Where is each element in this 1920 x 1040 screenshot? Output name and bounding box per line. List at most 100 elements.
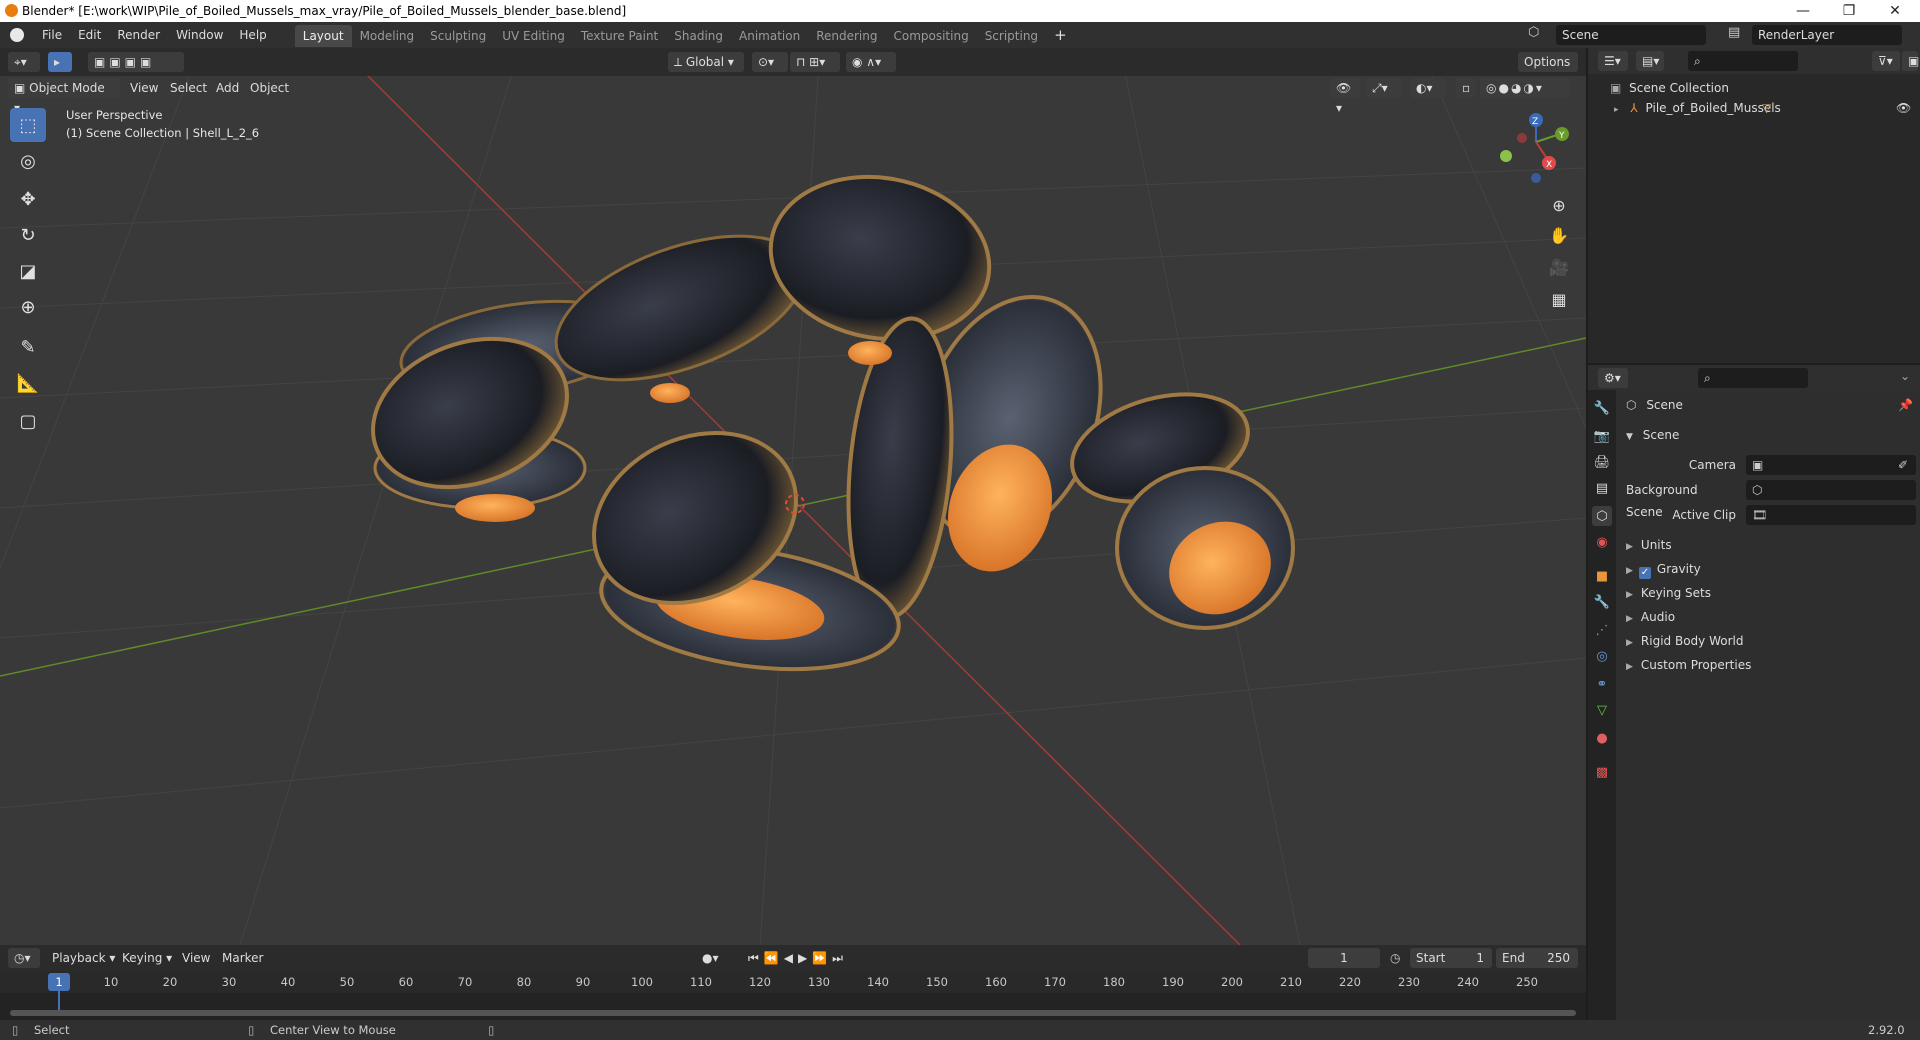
properties-search-input[interactable]: ⌕ bbox=[1698, 368, 1808, 388]
tab-compositing[interactable]: Compositing bbox=[885, 25, 976, 47]
menu-render[interactable]: Render bbox=[109, 22, 168, 48]
xray-icon[interactable]: ▫ bbox=[1456, 78, 1476, 98]
outliner-root-row[interactable]: ▣ Scene Collection bbox=[1610, 78, 1729, 98]
move-icon[interactable]: ✥ bbox=[10, 182, 46, 216]
editor-type-icon[interactable]: ⌖▾ bbox=[8, 52, 40, 72]
section-custom-properties[interactable]: ▶ Custom Properties bbox=[1626, 654, 1916, 676]
material-tab-icon[interactable]: ● bbox=[1592, 728, 1612, 748]
render-layer-icon[interactable]: ▤ bbox=[1728, 25, 1748, 45]
menu-object[interactable]: Object bbox=[250, 78, 289, 98]
select-box-icon[interactable]: ⬚ bbox=[10, 108, 46, 142]
scene-selector[interactable]: Scene bbox=[1556, 25, 1706, 45]
scale-icon[interactable]: ◪ bbox=[10, 254, 46, 288]
filter-icon[interactable]: ⊽▾ bbox=[1872, 51, 1900, 71]
mussel-pile-model[interactable] bbox=[352, 160, 1295, 686]
snap-icon[interactable]: ⊓ ⊞▾ bbox=[790, 52, 840, 72]
texture-tab-icon[interactable]: ▩ bbox=[1592, 762, 1612, 782]
close-button[interactable]: ✕ bbox=[1872, 0, 1918, 22]
menu-help[interactable]: Help bbox=[231, 22, 274, 48]
menu-window[interactable]: Window bbox=[168, 22, 231, 48]
add-cube-icon[interactable]: ▢ bbox=[10, 404, 46, 438]
menu-file[interactable]: File bbox=[34, 22, 70, 48]
maximize-button[interactable]: ❐ bbox=[1826, 0, 1872, 22]
menu-edit[interactable]: Edit bbox=[70, 22, 109, 48]
tab-rendering[interactable]: Rendering bbox=[808, 25, 885, 47]
tab-uv-editing[interactable]: UV Editing bbox=[494, 25, 573, 47]
view-layer-tab-icon[interactable]: ▤ bbox=[1592, 478, 1612, 498]
ortho-grid-icon[interactable]: ▦ bbox=[1544, 284, 1574, 314]
physics-tab-icon[interactable]: ◎ bbox=[1592, 646, 1612, 666]
current-frame-field[interactable]: 1 bbox=[1308, 948, 1380, 968]
options-dropdown[interactable]: Options ▾ bbox=[1518, 52, 1578, 89]
display-mode-icon[interactable]: ▤▾ bbox=[1636, 51, 1664, 71]
proportional-edit-icon[interactable]: ◉ ∧▾ bbox=[846, 52, 896, 72]
start-frame-field[interactable]: Start 1 bbox=[1410, 948, 1492, 968]
pivot-icon[interactable]: ⊙▾ bbox=[752, 52, 788, 72]
camera-view-icon[interactable]: 🎥 bbox=[1544, 252, 1574, 282]
outliner-item-mussels[interactable]: ▸ ⅄ Pile_of_Boiled_Mussels ▽ 👁 bbox=[1614, 98, 1914, 118]
collapse-icon[interactable]: ⌄ bbox=[1900, 369, 1910, 383]
properties-editor-icon[interactable]: ⚙▾ bbox=[1598, 368, 1628, 388]
pin-icon[interactable]: 📌 bbox=[1898, 394, 1913, 416]
tab-sculpting[interactable]: Sculpting bbox=[422, 25, 494, 47]
menu-timeline-view[interactable]: View bbox=[182, 948, 210, 968]
timeline-editor-icon[interactable]: ◷▾ bbox=[8, 948, 40, 968]
render-tab-icon[interactable]: 📷 bbox=[1592, 426, 1612, 446]
measure-icon[interactable]: 📐 bbox=[10, 366, 46, 400]
data-tab-icon[interactable]: ▽ bbox=[1592, 700, 1612, 720]
clock-icon[interactable]: ◷ bbox=[1390, 948, 1400, 968]
minimize-button[interactable]: — bbox=[1780, 0, 1826, 22]
section-units[interactable]: ▶ Units bbox=[1626, 534, 1916, 556]
orientation-dropdown[interactable]: ⟂ Global ▾ bbox=[668, 52, 744, 72]
outliner-search-input[interactable]: ⌕ bbox=[1688, 51, 1798, 71]
section-rigid-body-world[interactable]: ▶ Rigid Body World bbox=[1626, 630, 1916, 652]
record-button[interactable]: ●▾ bbox=[702, 948, 719, 968]
menu-add[interactable]: Add bbox=[216, 78, 239, 98]
end-frame-field[interactable]: End 250 bbox=[1496, 948, 1578, 968]
rotate-icon[interactable]: ↻ bbox=[10, 218, 46, 252]
tool-tab-icon[interactable]: 🔧 bbox=[1592, 398, 1612, 418]
zoom-icon[interactable]: ⊕ bbox=[1544, 190, 1574, 220]
particles-tab-icon[interactable]: ⋰ bbox=[1592, 620, 1612, 640]
expand-arrow-icon[interactable]: ▸ bbox=[1614, 105, 1619, 115]
transform-icon[interactable]: ⊕ bbox=[10, 290, 46, 324]
output-tab-icon[interactable]: 🖨 bbox=[1592, 452, 1612, 472]
camera-field[interactable] bbox=[1746, 455, 1916, 475]
eye-visibility-icon[interactable]: 👁 bbox=[1896, 98, 1911, 118]
scene-tab-icon[interactable]: ⬡ bbox=[1592, 506, 1612, 526]
section-gravity[interactable]: ▶ ✓ Gravity bbox=[1626, 558, 1916, 580]
gravity-checkbox[interactable]: ✓ bbox=[1638, 567, 1651, 579]
tab-animation[interactable]: Animation bbox=[731, 25, 808, 47]
menu-marker[interactable]: Marker bbox=[222, 948, 263, 968]
object-tab-icon[interactable]: ■ bbox=[1592, 566, 1612, 586]
tab-scripting[interactable]: Scripting bbox=[977, 25, 1046, 47]
section-keying-sets[interactable]: ▶ Keying Sets bbox=[1626, 582, 1916, 604]
cursor-icon[interactable]: ◎ bbox=[10, 144, 46, 178]
menu-keying[interactable]: Keying ▾ bbox=[122, 948, 172, 968]
modifier-tab-icon[interactable]: 🔧 bbox=[1592, 592, 1612, 612]
constraints-tab-icon[interactable]: ⚭ bbox=[1592, 674, 1612, 694]
scene-panel-header[interactable]: ▼ Scene bbox=[1626, 424, 1916, 446]
visibility-icon[interactable]: 👁▾ bbox=[1330, 78, 1360, 115]
timeline-scrollbar[interactable] bbox=[10, 1010, 1576, 1016]
background-scene-field[interactable] bbox=[1746, 480, 1916, 500]
3d-viewport[interactable]: Z Y X bbox=[0, 48, 1586, 945]
pan-hand-icon[interactable]: ✋ bbox=[1544, 220, 1574, 250]
render-layer-selector[interactable]: RenderLayer bbox=[1752, 25, 1902, 45]
gizmo-toggle-icon[interactable]: ⤢▾ bbox=[1366, 78, 1402, 98]
select-mode-icon[interactable]: ▸ bbox=[48, 52, 72, 72]
eyedropper-icon[interactable]: ✐ bbox=[1898, 454, 1908, 476]
section-audio[interactable]: ▶ Audio bbox=[1626, 606, 1916, 628]
active-clip-field[interactable] bbox=[1746, 505, 1916, 525]
tab-layout[interactable]: Layout bbox=[294, 25, 352, 47]
menu-select[interactable]: Select bbox=[170, 78, 207, 98]
blender-menu-icon[interactable] bbox=[10, 28, 24, 42]
world-tab-icon[interactable]: ◉ bbox=[1592, 532, 1612, 552]
tab-shading[interactable]: Shading bbox=[666, 25, 731, 47]
object-mode-dropdown[interactable]: ▣ Object Mode ▾ bbox=[8, 78, 120, 115]
tab-texture-paint[interactable]: Texture Paint bbox=[573, 25, 666, 47]
shading-mode-icons[interactable]: ◎●◕◑▾ bbox=[1480, 78, 1570, 98]
playback-controls[interactable]: ⏮⏪◀▶⏩⏭ bbox=[748, 948, 848, 968]
tab-modeling[interactable]: Modeling bbox=[352, 25, 423, 47]
menu-view[interactable]: View bbox=[130, 78, 158, 98]
